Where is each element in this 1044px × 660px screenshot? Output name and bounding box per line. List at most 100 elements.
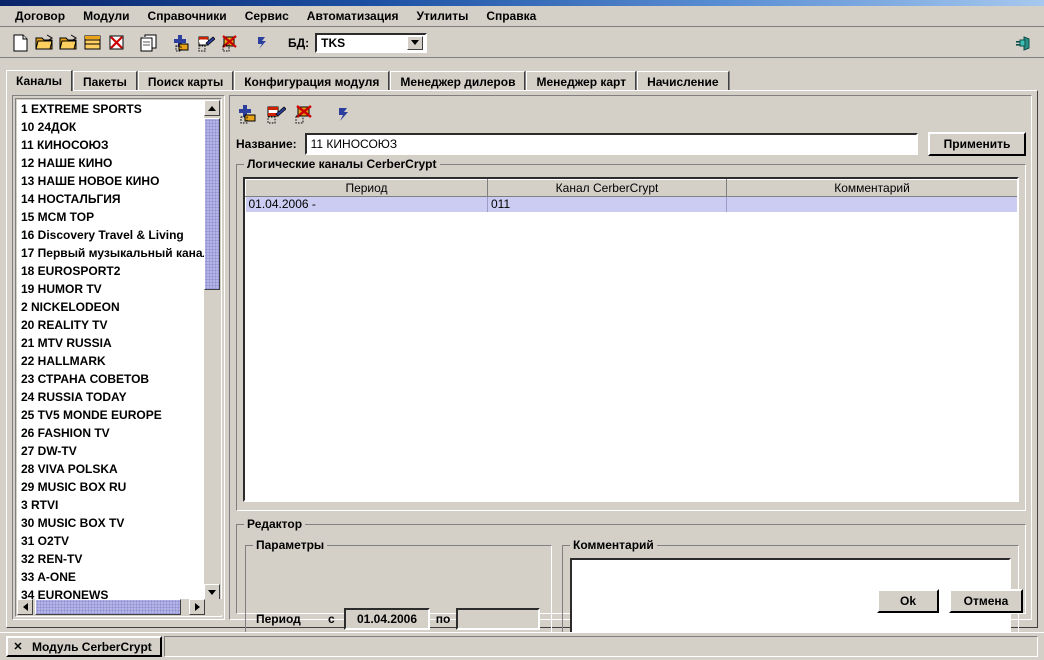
list-item[interactable]: 32 REN-TV bbox=[17, 550, 206, 568]
list-item[interactable]: 31 O2TV bbox=[17, 532, 206, 550]
database-value: TKS bbox=[321, 35, 346, 50]
list-item[interactable]: 34 EURONEWS bbox=[17, 586, 206, 600]
tab-kanaly[interactable]: Каналы bbox=[6, 70, 72, 91]
list-item[interactable]: 26 FASHION TV bbox=[17, 424, 206, 442]
menu-moduli[interactable]: Модули bbox=[74, 7, 138, 25]
period-label: Период bbox=[256, 612, 301, 626]
menu-servis[interactable]: Сервис bbox=[236, 7, 298, 25]
menu-bar: Договор Модули Справочники Сервис Автома… bbox=[0, 6, 1044, 27]
comment-value bbox=[572, 560, 1009, 564]
list-item[interactable]: 20 REALITY TV bbox=[17, 316, 206, 334]
table-row[interactable]: 01.04.2006 -011 bbox=[245, 196, 1017, 212]
scroll-left-button[interactable] bbox=[17, 599, 33, 615]
list-item[interactable]: 15 MCM TOP bbox=[17, 208, 206, 226]
hscroll-thumb[interactable] bbox=[35, 599, 181, 615]
menu-utility[interactable]: Утилиты bbox=[407, 7, 477, 25]
open-folder-alt-icon[interactable] bbox=[57, 32, 79, 54]
logical-channels-grid: Период Канал CerberCrypt Комментарий 01.… bbox=[245, 179, 1017, 212]
list-item[interactable]: 16 Discovery Travel & Living bbox=[17, 226, 206, 244]
delete-record-icon[interactable] bbox=[219, 32, 241, 54]
menu-dogovor[interactable]: Договор bbox=[6, 7, 74, 25]
vscroll-thumb[interactable] bbox=[204, 118, 220, 290]
add-record-icon[interactable] bbox=[236, 102, 260, 126]
list-item[interactable]: 23 СТРАНА СОВЕТОВ bbox=[17, 370, 206, 388]
channel-list-hscrollbar[interactable] bbox=[17, 599, 222, 615]
plug-connect-icon[interactable] bbox=[1010, 31, 1034, 55]
channel-name-row: Название: 11 КИНОСОЮЗ Применить bbox=[236, 132, 1026, 156]
taskbar-module-label: Модуль CerberCrypt bbox=[32, 639, 152, 654]
scroll-up-button[interactable] bbox=[204, 100, 220, 116]
channel-detail-panel: Название: 11 КИНОСОЮЗ Применить Логическ… bbox=[229, 95, 1032, 660]
chevron-up-icon bbox=[208, 105, 216, 111]
list-item[interactable]: 25 TV5 MONDE EUROPE bbox=[17, 406, 206, 424]
list-item[interactable]: 18 EUROSPORT2 bbox=[17, 262, 206, 280]
menu-avtomatizaciya[interactable]: Автоматизация bbox=[298, 7, 408, 25]
list-item[interactable]: 2 NICKELODEON bbox=[17, 298, 206, 316]
delete-table-icon[interactable] bbox=[105, 32, 127, 54]
new-document-icon[interactable] bbox=[9, 32, 31, 54]
scroll-right-button[interactable] bbox=[189, 599, 205, 615]
taskbar-module-button[interactable]: ✕ Модуль CerberCrypt bbox=[6, 636, 162, 657]
list-item[interactable]: 13 НАШЕ НОВОЕ КИНО bbox=[17, 172, 206, 190]
menu-spravka[interactable]: Справка bbox=[477, 7, 545, 25]
editor-title: Редактор bbox=[244, 517, 306, 531]
period-to-field[interactable] bbox=[456, 608, 540, 630]
database-select[interactable]: TKS bbox=[315, 32, 428, 53]
add-record-icon[interactable] bbox=[171, 32, 193, 54]
list-item[interactable]: 1 EXTREME SPORTS bbox=[17, 100, 206, 118]
list-item[interactable]: 22 HALLMARK bbox=[17, 352, 206, 370]
tab-pakety[interactable]: Пакеты bbox=[72, 71, 137, 91]
list-item[interactable]: 3 RTVI bbox=[17, 496, 206, 514]
refresh-icon[interactable] bbox=[332, 102, 356, 126]
list-item[interactable]: 28 VIVA POLSKA bbox=[17, 460, 206, 478]
edit-record-icon[interactable] bbox=[195, 32, 217, 54]
column-header-channel[interactable]: Канал CerberCrypt bbox=[487, 179, 727, 197]
list-item[interactable]: 10 24ДОК bbox=[17, 118, 206, 136]
channel-name-value: 11 КИНОСОЮЗ bbox=[310, 137, 398, 151]
tab-poisk-karty[interactable]: Поиск карты bbox=[137, 71, 234, 91]
table-icon[interactable] bbox=[81, 32, 103, 54]
scroll-down-button[interactable] bbox=[204, 584, 220, 600]
tab-konfiguraciya-modulya[interactable]: Конфигурация модуля bbox=[234, 71, 390, 91]
cell-comment bbox=[726, 196, 1017, 212]
period-row: Период с 01.04.2006 по bbox=[256, 608, 540, 630]
copy-icon[interactable] bbox=[138, 32, 160, 54]
channel-name-input[interactable]: 11 КИНОСОЮЗ bbox=[304, 133, 918, 155]
list-item[interactable]: 17 Первый музыкальный канал bbox=[17, 244, 206, 262]
column-header-period[interactable]: Период bbox=[245, 179, 488, 197]
period-from-value: 01.04.2006 bbox=[356, 612, 418, 626]
list-item[interactable]: 27 DW-TV bbox=[17, 442, 206, 460]
channel-list[interactable]: 1 EXTREME SPORTS 10 24ДОК 11 КИНОСОЮЗ 12 НА… bbox=[17, 100, 206, 600]
comment-title: Комментарий bbox=[570, 538, 657, 552]
list-item[interactable]: 11 КИНОСОЮЗ bbox=[17, 136, 206, 154]
delete-record-icon[interactable] bbox=[292, 102, 316, 126]
list-item[interactable]: 33 A-ONE bbox=[17, 568, 206, 586]
list-item[interactable]: 24 RUSSIA TODAY bbox=[17, 388, 206, 406]
list-item[interactable]: 29 MUSIC BOX RU bbox=[17, 478, 206, 496]
apply-button[interactable]: Применить bbox=[928, 132, 1026, 156]
period-from-field[interactable]: 01.04.2006 bbox=[344, 608, 430, 630]
period-from-label: с bbox=[328, 612, 335, 626]
period-to-label: по bbox=[435, 612, 451, 626]
list-item[interactable]: 12 НАШЕ КИНО bbox=[17, 154, 206, 172]
tab-nachislenie[interactable]: Начисление bbox=[637, 71, 729, 91]
logical-channels-group: Логические каналы CerberCrypt Период Кан… bbox=[236, 157, 1026, 511]
open-folder-icon[interactable] bbox=[33, 32, 55, 54]
cancel-button[interactable]: Отмена bbox=[949, 589, 1023, 613]
channel-list-vscrollbar[interactable] bbox=[204, 100, 220, 600]
list-item[interactable]: 30 MUSIC BOX TV bbox=[17, 514, 206, 532]
chevron-down-icon[interactable] bbox=[407, 35, 424, 50]
list-item[interactable]: 14 НОСТАЛЬГИЯ bbox=[17, 190, 206, 208]
refresh-icon[interactable] bbox=[252, 32, 274, 54]
edit-record-icon[interactable] bbox=[264, 102, 288, 126]
tab-menedzher-dilerov[interactable]: Менеджер дилеров bbox=[390, 71, 526, 91]
menu-spravochniki[interactable]: Справочники bbox=[139, 7, 236, 25]
close-icon[interactable]: ✕ bbox=[10, 639, 26, 654]
list-item[interactable]: 21 MTV RUSSIA bbox=[17, 334, 206, 352]
cell-period: 01.04.2006 - bbox=[245, 196, 488, 212]
logical-channels-grid-wrapper[interactable]: Период Канал CerberCrypt Комментарий 01.… bbox=[243, 177, 1019, 502]
ok-button[interactable]: Ok bbox=[877, 589, 939, 613]
column-header-comment[interactable]: Комментарий bbox=[726, 179, 1017, 197]
tab-menedzher-kart[interactable]: Менеджер карт bbox=[526, 71, 637, 91]
list-item[interactable]: 19 HUMOR TV bbox=[17, 280, 206, 298]
